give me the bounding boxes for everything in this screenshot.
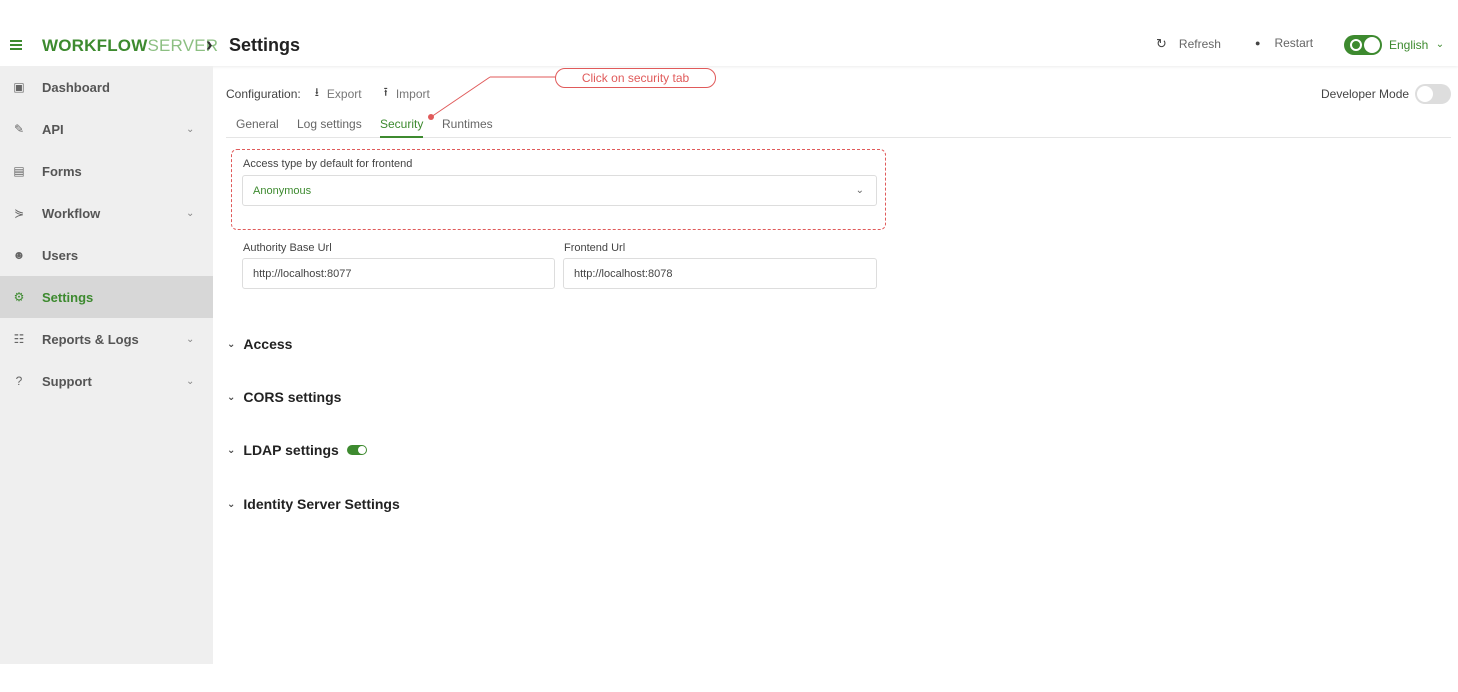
sidebar-item-dashboard[interactable]: ▣ Dashboard	[0, 66, 213, 108]
export-button[interactable]: ⭳ Export	[315, 83, 362, 104]
refresh-label: Refresh	[1178, 37, 1221, 51]
sidebar-item-label: Reports & Logs	[42, 331, 139, 347]
frontend-url-label: Frontend Url	[564, 242, 626, 254]
breadcrumb-separator-icon: ›	[206, 34, 213, 56]
export-label: Export	[326, 86, 362, 101]
language-label: English	[1389, 38, 1429, 52]
workflow-icon: ⋟	[13, 206, 25, 220]
chevron-down-icon: ⌄	[227, 498, 236, 510]
configuration-bar: Configuration: ⭳ Export ⭱ Import	[226, 83, 430, 104]
toggle-knob	[357, 446, 366, 454]
access-type-select[interactable]: Anonymous ⌄	[242, 175, 877, 206]
theme-toggle[interactable]	[1344, 35, 1382, 55]
developer-mode-toggle[interactable]	[1415, 84, 1451, 104]
frontend-url-input[interactable]	[563, 258, 877, 289]
access-type-label: Access type by default for frontend	[243, 158, 413, 170]
sidebar-item-workflow[interactable]: ⋟ Workflow ⌄	[0, 192, 213, 234]
refresh-button[interactable]: ↻ Refresh	[1156, 36, 1221, 52]
chevron-down-icon: ⌄	[186, 333, 195, 345]
app-logo[interactable]: WORKFLOWSERVER	[42, 36, 218, 56]
authority-url-label: Authority Base Url	[243, 242, 332, 254]
restart-button[interactable]: ● Restart	[1255, 36, 1313, 50]
sidebar-item-label: Forms	[42, 163, 82, 179]
annotation-pointer	[428, 76, 555, 120]
section-cors-settings[interactable]: ⌄ CORS settings	[227, 389, 341, 405]
gears-icon: ⚙	[13, 290, 25, 304]
restart-label: Restart	[1274, 36, 1314, 50]
logo-bold-text: WORKFLOW	[42, 36, 148, 55]
section-cors-label: CORS settings	[243, 389, 342, 405]
authority-url-input[interactable]	[242, 258, 555, 289]
sidebar-item-label: Workflow	[42, 205, 101, 221]
import-icon: ⭱	[383, 85, 388, 99]
section-access[interactable]: ⌄ Access	[227, 336, 292, 352]
sidebar-item-label: API	[42, 121, 64, 137]
chevron-down-icon: ⌄	[227, 338, 236, 350]
toggle-knob	[1417, 86, 1433, 102]
plug-icon: ✎	[13, 122, 25, 136]
settings-tabs: General Log settings Security Runtimes	[226, 110, 1451, 138]
hamburger-menu-icon[interactable]	[10, 40, 22, 50]
tab-security[interactable]: Security	[380, 117, 424, 138]
sidebar-item-label: Users	[42, 247, 79, 263]
page-title: Settings	[229, 35, 301, 55]
chevron-down-icon: ⌄	[186, 375, 195, 387]
chevron-down-icon: ⌄	[227, 444, 236, 456]
ldap-toggle[interactable]	[346, 445, 367, 455]
section-identity-label: Identity Server Settings	[243, 496, 400, 512]
sidebar-item-label: Settings	[42, 289, 94, 305]
top-header: WORKFLOWSERVER › Settings ↻ Refresh ● Re…	[0, 0, 1458, 66]
section-ldap-label: LDAP settings	[243, 442, 339, 458]
dashboard-icon: ▣	[13, 80, 25, 94]
sidebar-item-settings[interactable]: ⚙ Settings	[0, 276, 213, 318]
annotation-callout: Click on security tab	[555, 68, 716, 88]
toggle-knob	[1364, 37, 1380, 53]
sidebar-item-api[interactable]: ✎ API ⌄	[0, 108, 213, 150]
sidebar-item-users[interactable]: ☻ Users	[0, 234, 213, 276]
export-icon: ⭳	[314, 85, 319, 99]
sidebar-item-support[interactable]: ? Support ⌄	[0, 360, 213, 402]
import-button[interactable]: ⭱ Import	[384, 83, 430, 104]
restart-icon: ●	[1255, 38, 1261, 48]
tab-runtimes[interactable]: Runtimes	[442, 117, 493, 138]
tab-log-settings[interactable]: Log settings	[297, 117, 362, 138]
help-icon: ?	[15, 374, 23, 388]
section-identity-server-settings[interactable]: ⌄ Identity Server Settings	[227, 496, 400, 512]
section-ldap-settings[interactable]: ⌄ LDAP settings	[227, 442, 367, 458]
users-icon: ☻	[12, 248, 26, 262]
chevron-down-icon: ⌄	[227, 391, 236, 403]
chevron-down-icon: ⌄	[855, 185, 864, 196]
configuration-label: Configuration:	[226, 86, 301, 101]
sidebar-item-reports-logs[interactable]: ☷ Reports & Logs ⌄	[0, 318, 213, 360]
section-access-label: Access	[243, 336, 293, 352]
sidebar-item-label: Support	[42, 373, 92, 389]
sidebar-item-label: Dashboard	[42, 79, 110, 95]
sidebar: ▣ Dashboard ✎ API ⌄ ▤ Forms ⋟ Workflow ⌄ ☻ Users ⚙ Se…	[0, 66, 213, 664]
chevron-down-icon: ⌄	[186, 123, 195, 135]
sidebar-item-forms[interactable]: ▤ Forms	[0, 150, 213, 192]
tab-general[interactable]: General	[236, 117, 279, 138]
access-type-value: Anonymous	[253, 185, 312, 197]
reports-icon: ☷	[13, 332, 25, 346]
import-label: Import	[395, 86, 430, 101]
toggle-circle-icon	[1350, 39, 1362, 51]
refresh-icon: ↻	[1156, 36, 1167, 51]
chevron-down-icon: ⌄	[1435, 39, 1445, 50]
language-selector[interactable]: English ⌄	[1389, 38, 1444, 52]
form-icon: ▤	[13, 164, 25, 178]
developer-mode-label: Developer Mode	[1321, 87, 1410, 101]
chevron-down-icon: ⌄	[186, 207, 195, 219]
